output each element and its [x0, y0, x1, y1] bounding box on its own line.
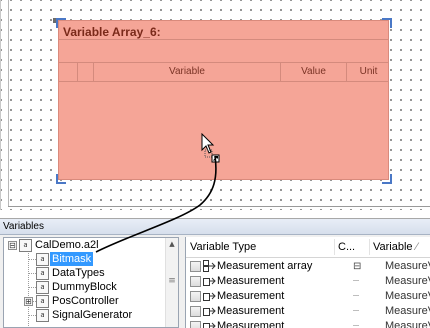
variables-panel: Variables ⊟ a CalDemo.a2l a Bitmask a Da… [0, 218, 430, 328]
variable-list-grid[interactable]: Variable Type C... Variable ⁄ Measuremen… [185, 237, 430, 328]
design-canvas[interactable]: Variable Array_6: Variable Value Unit [0, 0, 430, 210]
object-icon: a [36, 295, 49, 308]
tree-item-label: Bitmask [50, 252, 93, 266]
drag-cursor-icon [201, 133, 223, 166]
variable-array-widget[interactable]: Variable Array_6: Variable Value Unit [58, 20, 389, 180]
grid-header: Variable Type C... Variable ⁄ [186, 237, 430, 258]
tree-item-label: DummyBlock [50, 280, 119, 294]
variable-name: MeasureV [385, 304, 430, 319]
measurement-icon [203, 290, 217, 302]
tree-connector [28, 273, 36, 274]
canvas-left-edge [8, 0, 9, 207]
object-icon: a [36, 267, 49, 280]
resize-handle-bottom-right[interactable] [382, 174, 392, 184]
tree-scrollbar[interactable]: ▲ ≡ [165, 238, 178, 327]
variable-type-label: Measurement [217, 274, 284, 289]
column-header-variable[interactable]: Variable [369, 237, 417, 257]
variable-type-label: Measurement array [217, 259, 312, 274]
variable-name: MeasureV [385, 259, 430, 274]
resize-handle-top-left[interactable] [56, 18, 66, 28]
widget-title-divider [59, 39, 388, 40]
row-checkbox[interactable] [190, 306, 201, 317]
column-header-value: Value [280, 63, 346, 81]
collapse-icon[interactable]: ⊟ [8, 241, 17, 250]
column-header-unit: Unit [346, 63, 390, 81]
measurement-array-icon [203, 260, 217, 272]
row-checkbox[interactable] [190, 261, 201, 272]
column-header-variable: Variable [93, 63, 280, 81]
object-icon: a [36, 281, 49, 294]
row-checkbox[interactable] [190, 291, 201, 302]
tree-connector: ┄ [353, 304, 359, 319]
tree-connector [28, 259, 36, 260]
column-header-empty-1 [59, 63, 77, 81]
array-table-header: Variable Value Unit [59, 62, 388, 82]
tree-item-label: SignalGenerator [50, 308, 134, 322]
tree-connector [28, 287, 36, 288]
row-checkbox[interactable] [190, 276, 201, 287]
tree-connector: ┄ [353, 289, 359, 304]
widget-title: Variable Array_6: [63, 25, 161, 39]
expand-icon[interactable]: ⊟ [353, 259, 361, 274]
table-row[interactable]: Measurement ┄ MeasureV [186, 289, 430, 304]
variable-type-label: Measurement [217, 289, 284, 304]
table-row[interactable]: Measurement ┄ MeasureV [186, 274, 430, 289]
expand-icon[interactable]: ⊞ [24, 297, 33, 306]
sort-indicator-icon: ⁄ [416, 237, 430, 257]
variable-type-label: Measurement [217, 304, 284, 319]
column-header-empty-2 [77, 63, 93, 81]
tree-item-label: DataTypes [50, 266, 107, 280]
resize-handle-top-right[interactable] [382, 18, 392, 28]
resize-handle-bottom-left[interactable] [56, 174, 66, 184]
scroll-up-arrow-icon[interactable]: ▲ [167, 239, 177, 249]
variable-name: MeasureV [385, 289, 430, 304]
object-icon: a [36, 253, 49, 266]
object-icon: a [36, 309, 49, 322]
panel-title: Variables [0, 219, 430, 235]
measurement-icon [203, 275, 217, 287]
variable-name: MeasureV [385, 274, 430, 289]
a2l-file-icon: a [19, 239, 32, 252]
table-row[interactable]: Measurement array ⊟ MeasureV [186, 259, 430, 274]
table-row[interactable]: Measurement ┄ MeasureV [186, 304, 430, 319]
variable-tree[interactable]: ⊟ a CalDemo.a2l a Bitmask a DataTypes a … [3, 237, 179, 328]
scroll-grip-icon[interactable]: ≡ [168, 276, 176, 286]
measurement-icon [203, 305, 217, 317]
column-header-variable-type[interactable]: Variable Type [186, 237, 334, 257]
tree-connector [28, 315, 36, 316]
canvas-bottom-edge [8, 206, 430, 207]
tree-item-label: CalDemo.a2l [33, 238, 101, 252]
tree-connector: ┄ [353, 274, 359, 289]
tree-item-label: PosController [50, 294, 121, 308]
column-header-c[interactable]: C... [334, 237, 370, 257]
